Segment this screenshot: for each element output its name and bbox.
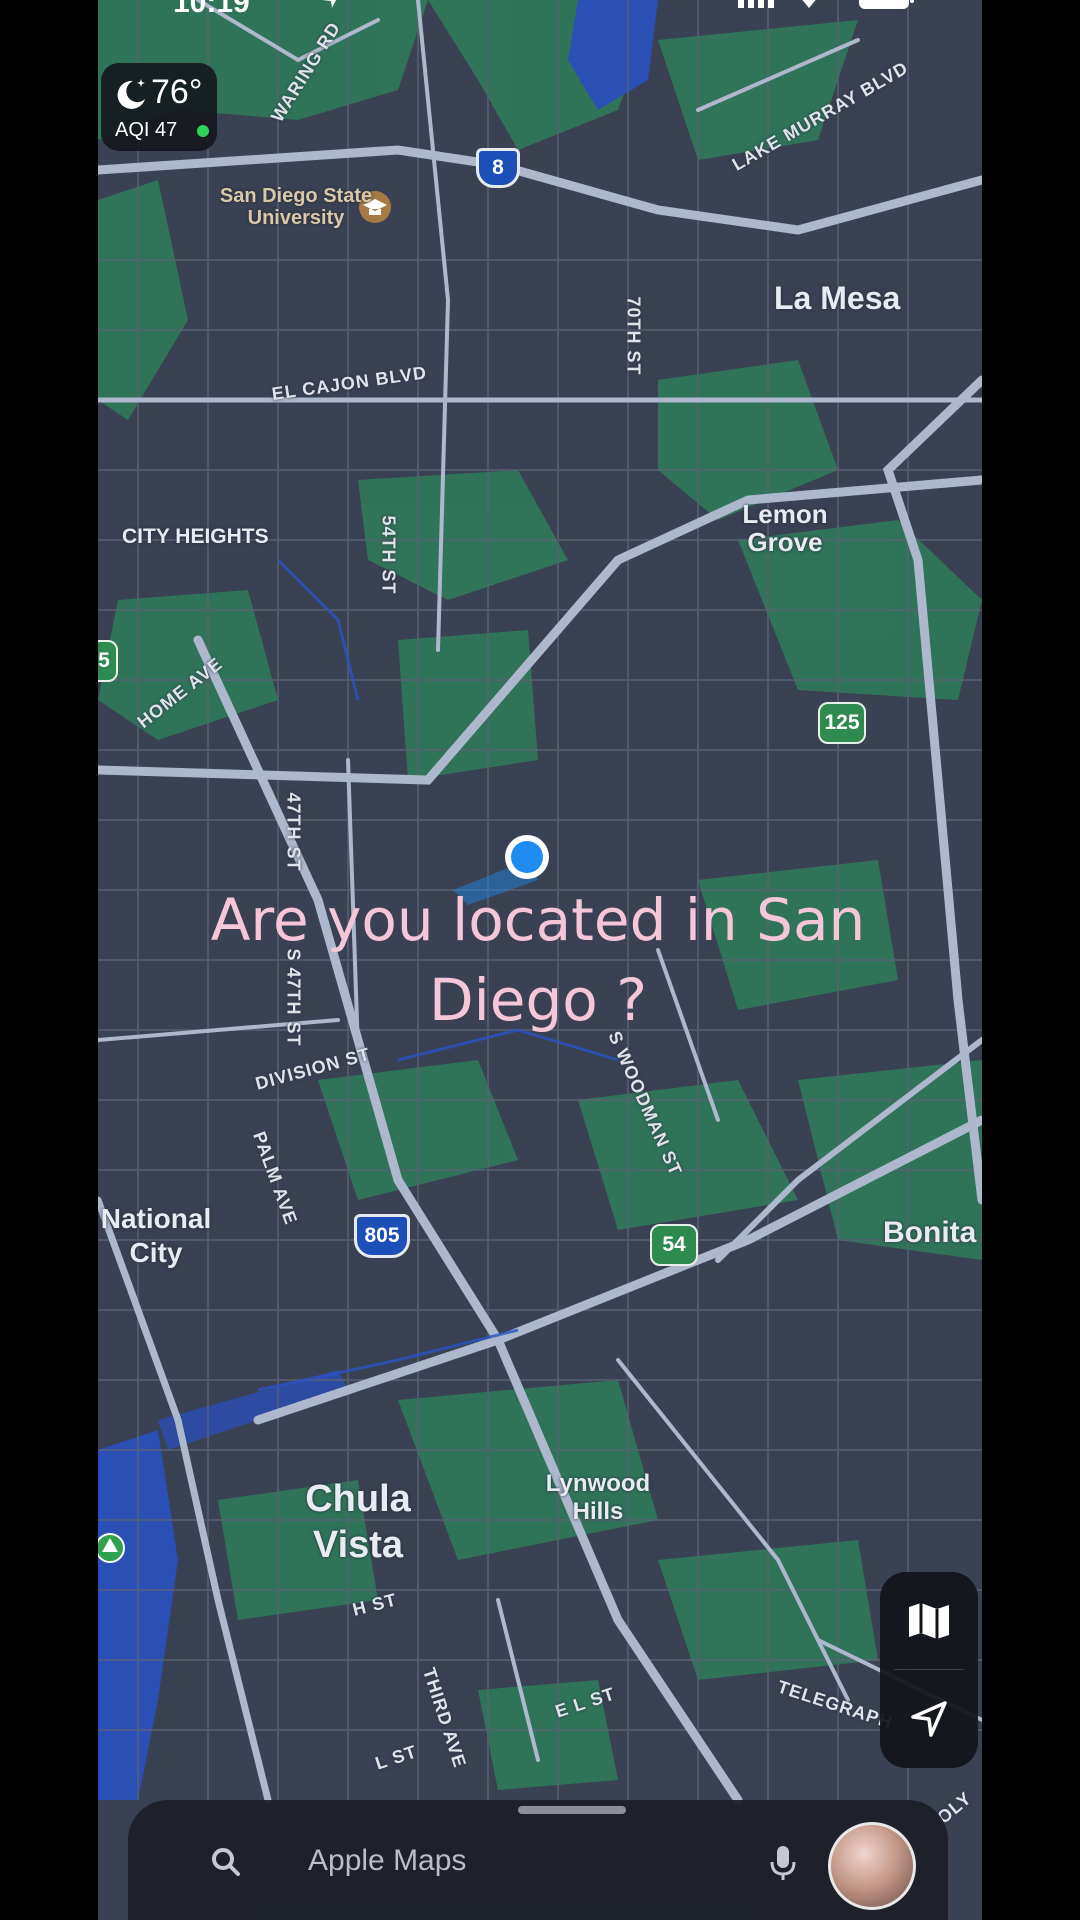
location-arrow-icon: [911, 1701, 947, 1737]
video-caption: Are you located in San Diego ?: [158, 880, 918, 1040]
wifi-icon: [794, 0, 824, 13]
caption-line-1: Are you located in San: [210, 886, 866, 954]
park-poi-icon[interactable]: [98, 1533, 125, 1563]
caption-line-2: Diego ?: [429, 966, 647, 1034]
moon-stars-icon: [117, 79, 145, 109]
place-label-chula-vista[interactable]: Chula Vista: [298, 1476, 418, 1568]
street-label-47th: 47TH ST: [283, 792, 304, 872]
aqi-status-dot: [197, 125, 209, 137]
location-services-icon: [320, 0, 342, 13]
interstate-805-shield: 805: [354, 1214, 410, 1258]
battery-icon: [858, 0, 916, 17]
weather-widget[interactable]: 76° AQI 47: [101, 63, 217, 151]
phone-screen: San Diego State University La Mesa Lemon…: [98, 0, 982, 1920]
place-label-national-city[interactable]: National City: [98, 1202, 218, 1270]
map-controls: [880, 1572, 978, 1768]
aqi-label: AQI 47: [115, 119, 178, 141]
cellular-signal-icon: [738, 0, 778, 13]
place-label-sdsu[interactable]: San Diego State University: [216, 185, 376, 229]
map-mode-button[interactable]: [880, 1572, 978, 1670]
profile-avatar[interactable]: [828, 1822, 916, 1910]
weather-temperature: 76°: [151, 73, 203, 111]
sheet-grabber[interactable]: [518, 1806, 626, 1814]
search-icon: [212, 1848, 240, 1876]
route-54-shield: 54: [650, 1224, 698, 1266]
microphone-icon[interactable]: [768, 1844, 798, 1882]
place-label-bonita[interactable]: Bonita: [883, 1216, 976, 1250]
place-label-la-mesa[interactable]: La Mesa: [774, 280, 900, 317]
status-bar: 10:19: [98, 0, 982, 20]
interstate-8-shield: 8: [476, 148, 520, 188]
search-input[interactable]: Apple Maps: [308, 1844, 466, 1878]
route-15-shield: 5: [98, 640, 118, 682]
place-label-lynwood-hills[interactable]: Lynwood Hills: [538, 1470, 658, 1526]
locate-me-button[interactable]: [880, 1670, 978, 1768]
street-label-70th: 70TH ST: [623, 296, 644, 376]
place-label-city-heights[interactable]: CITY HEIGHTS: [122, 525, 269, 549]
place-label-lemon-grove[interactable]: Lemon Grove: [730, 500, 840, 556]
map-icon: [909, 1603, 949, 1639]
search-sheet[interactable]: Apple Maps: [128, 1800, 948, 1920]
street-label-54th: 54TH ST: [378, 515, 399, 595]
status-time: 10:19: [173, 0, 250, 19]
route-125-shield: 125: [818, 702, 866, 744]
